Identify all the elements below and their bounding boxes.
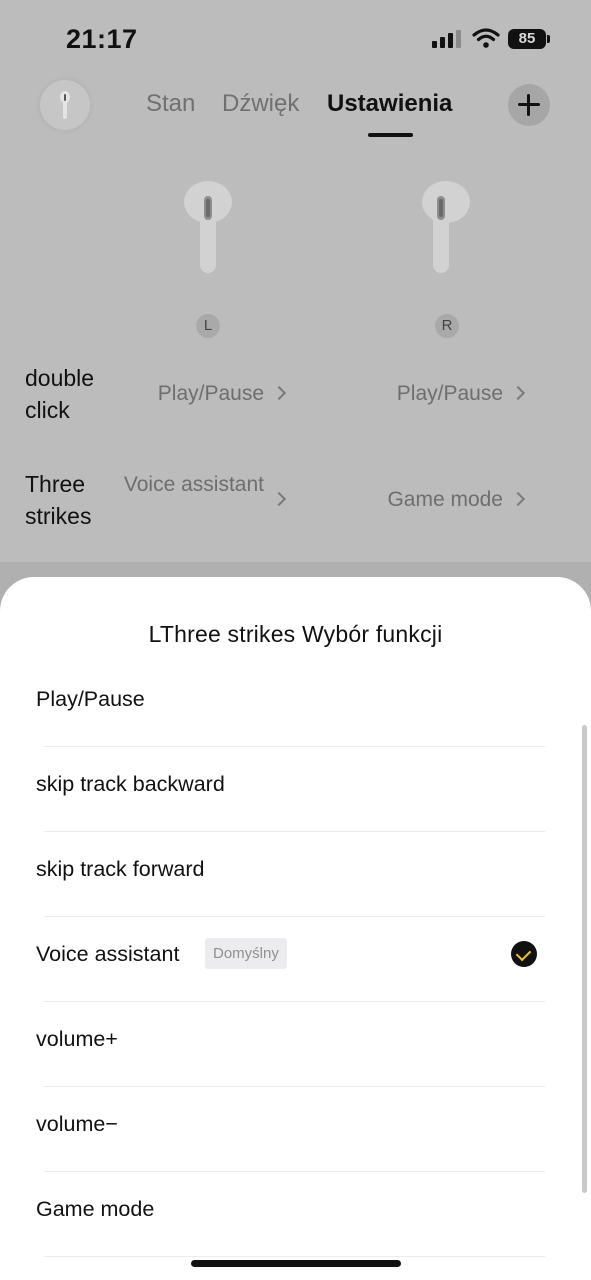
tab-settings[interactable]: Ustawienia <box>327 90 452 118</box>
status-time: 21:17 <box>66 24 138 54</box>
active-tab-indicator <box>368 133 413 137</box>
option-play-pause[interactable]: Play/Pause <box>0 662 591 747</box>
option-label: Play/Pause <box>36 687 145 711</box>
battery-icon: 85 <box>508 29 546 49</box>
cellular-signal-icon <box>432 30 462 48</box>
scrollbar[interactable] <box>582 725 587 1193</box>
option-game-mode[interactable]: Game mode <box>0 1172 591 1257</box>
option-label: volume− <box>36 1112 118 1136</box>
divider <box>44 1256 545 1257</box>
left-side-badge: L <box>196 314 220 338</box>
option-label: Voice assistant <box>36 942 180 966</box>
double-click-left-value[interactable]: Play/Pause <box>110 378 264 409</box>
tab-status[interactable]: Stan <box>146 90 195 118</box>
option-skip-track-forward[interactable]: skip track forward <box>0 832 591 917</box>
left-earbud-image <box>184 181 232 273</box>
home-indicator[interactable] <box>191 1260 401 1267</box>
double-click-right-value[interactable]: Play/Pause <box>340 378 503 409</box>
option-volume-down[interactable]: volume− <box>0 1087 591 1172</box>
option-volume-up[interactable]: volume+ <box>0 1002 591 1087</box>
right-side-badge: R <box>435 314 459 338</box>
right-earbud-image <box>422 181 470 273</box>
option-label: skip track backward <box>36 772 225 796</box>
wifi-icon <box>472 28 500 48</box>
earbud-thumbnail-icon <box>60 91 70 119</box>
status-bar: 21:17 85 <box>0 0 591 80</box>
option-label: Game mode <box>36 1197 155 1221</box>
three-strikes-left-value[interactable]: Voice assistant <box>110 469 264 500</box>
option-label: skip track forward <box>36 857 205 881</box>
function-picker-sheet: LThree strikes Wybór funkcji Play/Pause … <box>0 577 591 1280</box>
add-device-button[interactable] <box>508 84 550 126</box>
battery-tip <box>547 35 550 43</box>
option-label: volume+ <box>36 1027 118 1051</box>
three-strikes-right-value[interactable]: Game mode <box>340 484 503 515</box>
check-icon <box>511 941 537 967</box>
default-badge: Domyślny <box>205 938 287 969</box>
option-skip-track-backward[interactable]: skip track backward <box>0 747 591 832</box>
option-voice-assistant[interactable]: Voice assistant Domyślny <box>0 917 591 1002</box>
sheet-title: LThree strikes Wybór funkcji <box>148 621 443 647</box>
tab-sound[interactable]: Dźwięk <box>222 90 299 118</box>
